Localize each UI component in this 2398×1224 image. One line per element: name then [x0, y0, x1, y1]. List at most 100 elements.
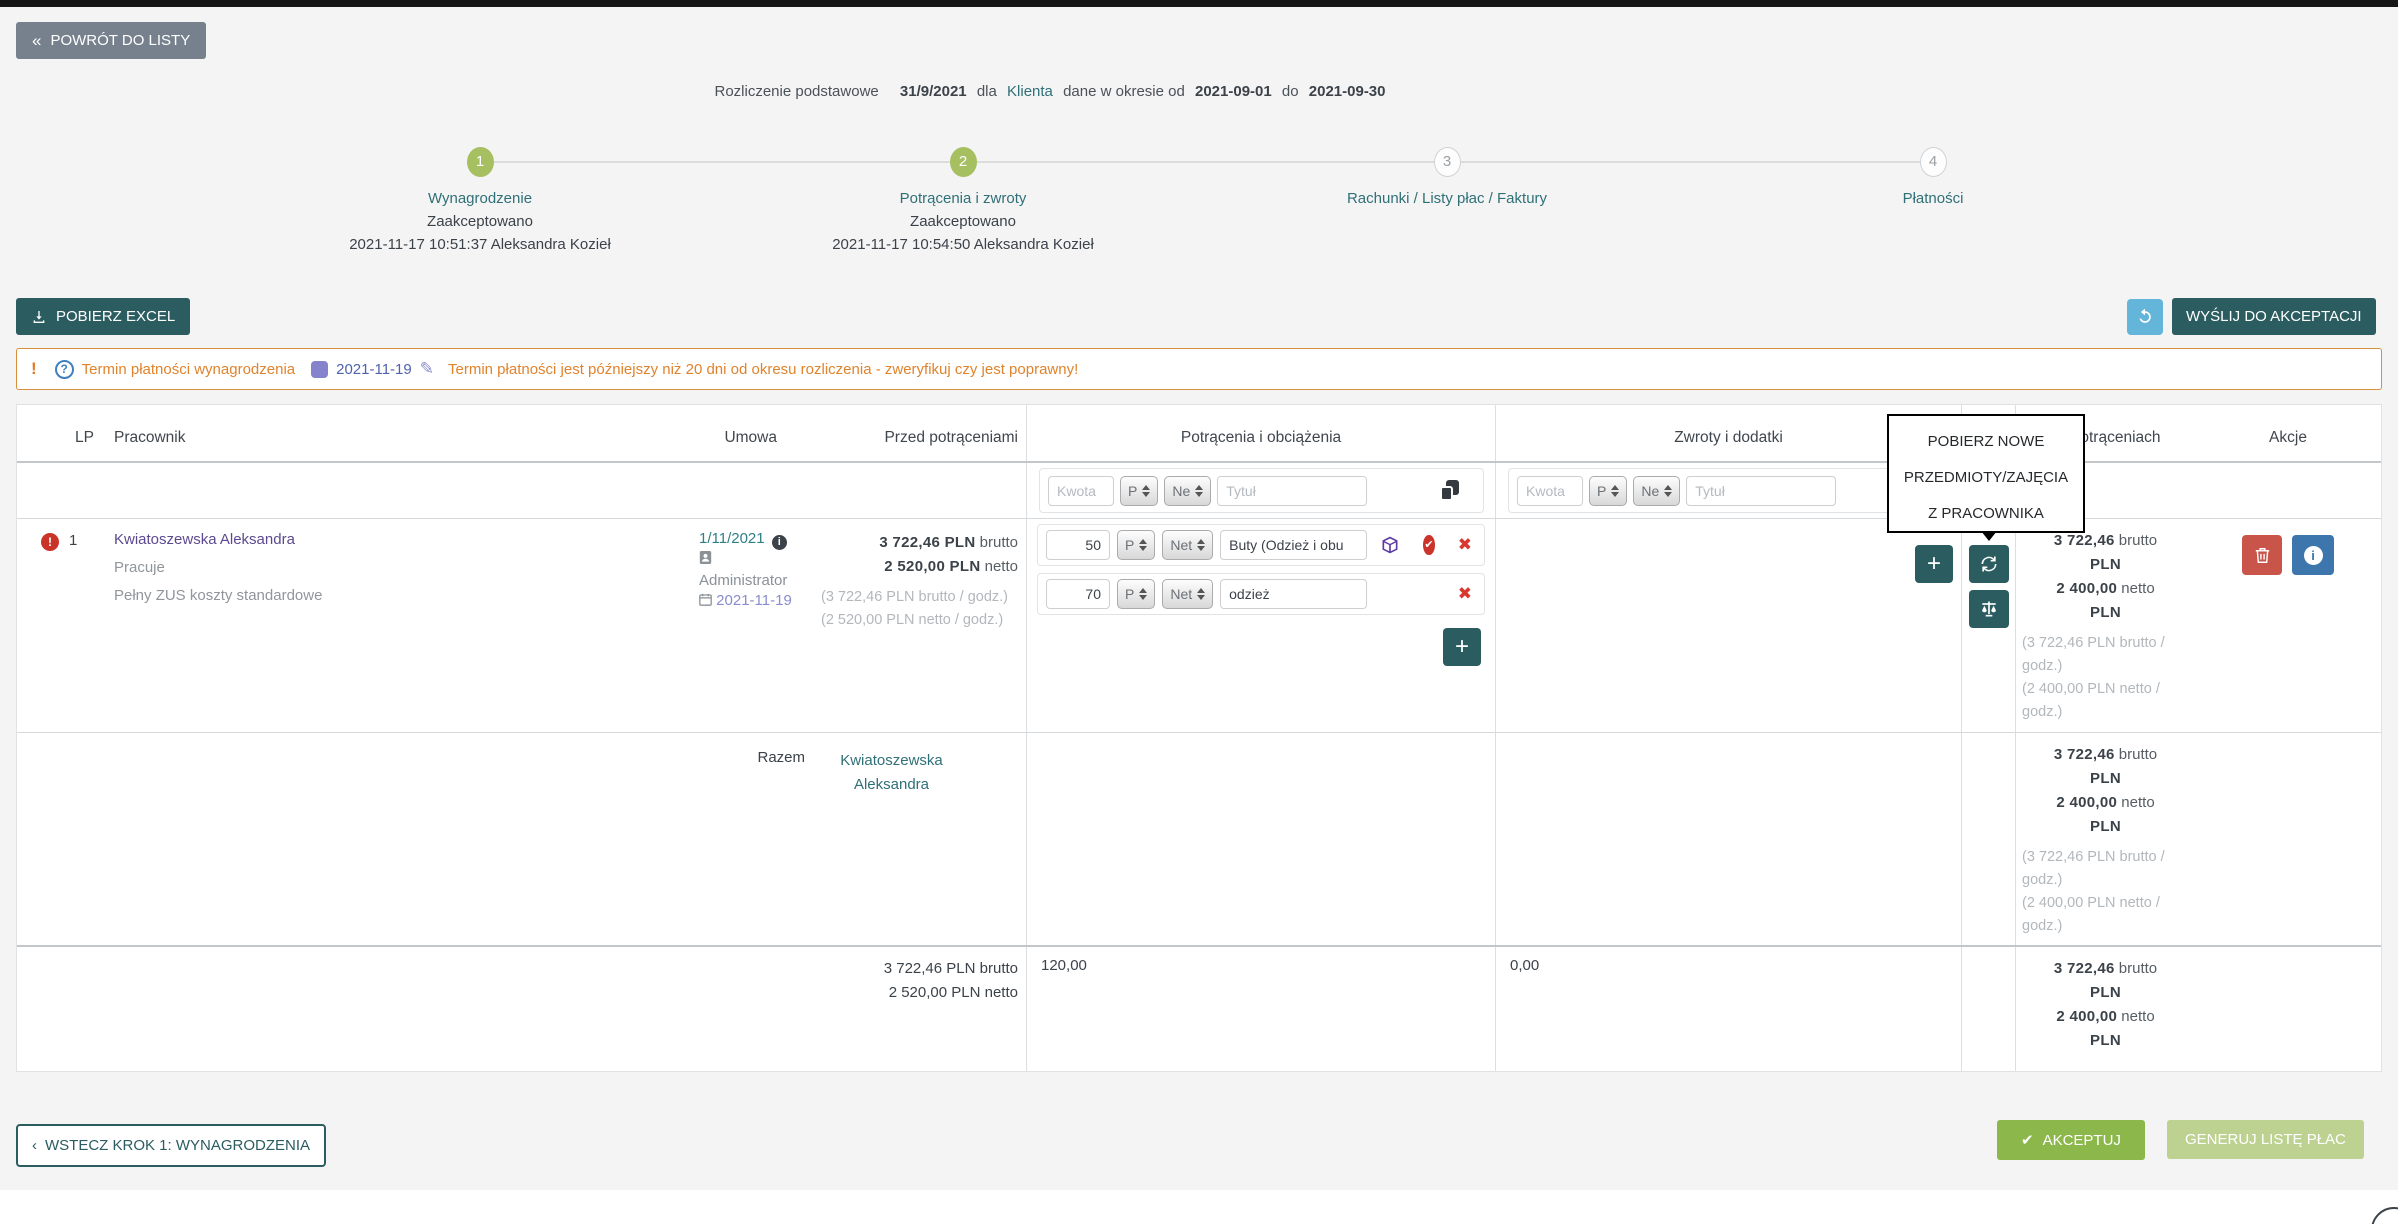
- settlement-type: Rozliczenie podstawowe: [714, 83, 878, 100]
- summary-label: Razem: [697, 733, 807, 945]
- exclamation-icon: !: [31, 359, 37, 379]
- header-contract: Umowa: [697, 405, 807, 461]
- payment-date-link[interactable]: 2021-11-19: [716, 592, 792, 609]
- returns-cell: +: [1496, 519, 1962, 732]
- header-deductions: Potrącenia i obciążenia: [1027, 405, 1496, 461]
- deductions-title-filter-input[interactable]: [1217, 476, 1367, 506]
- after-gross-label: brutto: [2119, 746, 2157, 763]
- back-step-button[interactable]: ‹ WSTECZ KROK 1: WYNAGRODZENIA: [16, 1124, 326, 1167]
- deduction-amount-input[interactable]: [1046, 579, 1110, 609]
- generate-payroll-button[interactable]: GENERUJ LISTĘ PŁAC: [2167, 1120, 2364, 1159]
- payment-deadline-date[interactable]: 2021-11-19: [336, 361, 412, 378]
- employee-name-link[interactable]: Kwiatoszewska Aleksandra: [114, 531, 697, 548]
- totals-before-gross: 3 722,46 PLN: [884, 960, 976, 977]
- select-caret-icon: [1664, 485, 1672, 497]
- after-gross-value: 3 722,46: [2054, 960, 2115, 977]
- deductions-cell: P Net ✔ ✖ P: [1027, 519, 1496, 732]
- verified-check-icon[interactable]: ✔: [1423, 535, 1435, 555]
- step-wynagrodzenie[interactable]: 1 Wynagrodzenie Zaakceptowano 2021-11-17…: [270, 147, 690, 256]
- step-4-circle: 4: [1920, 147, 1947, 177]
- deduction-entry: P Net ✔ ✖: [1037, 524, 1485, 566]
- deductions-type-select[interactable]: P: [1120, 476, 1158, 506]
- deduction-amount-input[interactable]: [1046, 530, 1110, 560]
- totals-before-net-label: netto: [985, 984, 1018, 1001]
- deduction-net-select[interactable]: Net: [1162, 530, 1213, 560]
- payment-deadline-warning: ! ? Termin płatności wynagrodzenia 2021-…: [16, 348, 2382, 390]
- deduction-type-select[interactable]: P: [1117, 530, 1155, 560]
- before-net-value: 2 520,00 PLN: [884, 558, 980, 575]
- before-deductions-cell: 3 722,46 PLN brutto 2 520,00 PLN netto (…: [807, 519, 1027, 732]
- employee-row: ! 1 Kwiatoszewska Aleksandra Pracuje Peł…: [17, 519, 2381, 733]
- deductions-amount-filter-input[interactable]: [1048, 476, 1114, 506]
- double-chevron-left-icon: «: [32, 32, 41, 49]
- before-hourly-gross: (3 722,46 PLN brutto / godz.): [821, 586, 1018, 609]
- warning-label: Termin płatności wynagrodzenia: [82, 361, 295, 378]
- after-currency: PLN: [2090, 1032, 2121, 1049]
- balance-button[interactable]: [1969, 590, 2009, 628]
- after-gross-value: 3 722,46: [2054, 532, 2115, 549]
- after-currency: PLN: [2090, 604, 2121, 621]
- returns-title-filter-input[interactable]: [1686, 476, 1836, 506]
- deduction-title-input[interactable]: [1220, 530, 1367, 560]
- after-currency: PLN: [2090, 818, 2121, 835]
- step-rachunki[interactable]: 3 Rachunki / Listy płac / Faktury: [1237, 147, 1657, 210]
- before-gross-label: brutto: [980, 534, 1018, 551]
- check-icon: ✔: [2021, 1131, 2034, 1149]
- deduction-type-select[interactable]: P: [1117, 579, 1155, 609]
- edit-pencil-icon[interactable]: ✎: [420, 359, 434, 379]
- step-1-circle: 1: [467, 147, 494, 177]
- settlement-date: 31/9/2021: [900, 83, 967, 100]
- deduction-title-input[interactable]: [1220, 579, 1367, 609]
- returns-amount-filter-input[interactable]: [1517, 476, 1583, 506]
- totals-before-net: 2 520,00 PLN: [889, 984, 981, 1001]
- download-excel-label: POBIERZ EXCEL: [56, 308, 175, 325]
- totals-before-cell: 3 722,46 PLN brutto 2 520,00 PLN netto: [807, 947, 1027, 1071]
- accept-button[interactable]: ✔ AKCEPTUJ: [1997, 1120, 2145, 1160]
- error-icon[interactable]: !: [41, 533, 59, 551]
- delete-row-button[interactable]: [2242, 535, 2282, 575]
- returns-type-select[interactable]: P: [1589, 476, 1627, 506]
- send-to-acceptance-button[interactable]: WYŚLIJ DO AKCEPTACJI: [2172, 298, 2376, 335]
- add-return-button[interactable]: +: [1915, 545, 1953, 583]
- remove-deduction-icon[interactable]: ✖: [1458, 584, 1472, 604]
- after-gross-label: brutto: [2119, 960, 2157, 977]
- add-deduction-button[interactable]: +: [1443, 628, 1481, 666]
- step-1-title: Wynagrodzenie: [270, 187, 690, 210]
- employee-scheme: Pełny ZUS koszty standardowe: [114, 587, 697, 604]
- summary-employee-name-link[interactable]: Kwiatoszewska Aleksandra: [807, 733, 1027, 945]
- scale-balance-icon: [1979, 599, 1999, 619]
- actions-cell: i: [2193, 519, 2383, 732]
- tooltip-line: PRZEDMIOTY/ZAJĘCIA: [1889, 460, 2083, 496]
- chevron-left-icon: ‹: [32, 1137, 37, 1154]
- history-button[interactable]: [2127, 299, 2163, 335]
- info-icon: i: [2304, 546, 2323, 565]
- row-info-button[interactable]: i: [2292, 535, 2334, 575]
- select-caret-icon: [1139, 588, 1147, 600]
- page-title: Rozliczenie podstawowe 31/9/2021 dla Kli…: [0, 83, 2100, 100]
- deductions-net-select[interactable]: Ne: [1164, 476, 1211, 506]
- copy-icon[interactable]: [1440, 480, 1459, 501]
- deduction-net-select[interactable]: Net: [1162, 579, 1213, 609]
- remove-deduction-icon[interactable]: ✖: [1458, 535, 1472, 555]
- step-1-meta: 2021-11-17 10:51:37 Aleksandra Kozieł: [270, 233, 690, 256]
- back-to-list-button[interactable]: « POWRÓT DO LISTY: [16, 22, 206, 59]
- question-circle-icon[interactable]: ?: [55, 360, 74, 379]
- generate-payroll-label: GENERUJ LISTĘ PŁAC: [2185, 1131, 2346, 1148]
- returns-filter-box: P Ne: [1508, 468, 1950, 513]
- refresh-icon: [1979, 554, 1999, 574]
- header-actions: Akcje: [2193, 405, 2383, 461]
- step-4-title: Płatności: [1723, 187, 2143, 210]
- step-platnosci[interactable]: 4 Płatności: [1723, 147, 2143, 210]
- period-text: dane w okresie od: [1063, 83, 1185, 100]
- fetch-items-refresh-button[interactable]: [1969, 545, 2009, 583]
- contract-date-link[interactable]: 1/11/2021: [699, 530, 765, 547]
- item-cube-icon[interactable]: [1380, 535, 1400, 555]
- to-word: do: [1282, 83, 1299, 100]
- step-potracenia[interactable]: 2 Potrącenia i zwroty Zaakceptowano 2021…: [753, 147, 1173, 256]
- download-excel-button[interactable]: POBIERZ EXCEL: [16, 298, 190, 335]
- after-hourly-net: (2 400,00 PLN netto / godz.): [2022, 892, 2191, 938]
- date-color-swatch: [311, 361, 328, 378]
- info-circle-icon[interactable]: i: [772, 535, 787, 550]
- tooltip-line: POBIERZ NOWE: [1889, 424, 2083, 460]
- returns-net-select[interactable]: Ne: [1633, 476, 1680, 506]
